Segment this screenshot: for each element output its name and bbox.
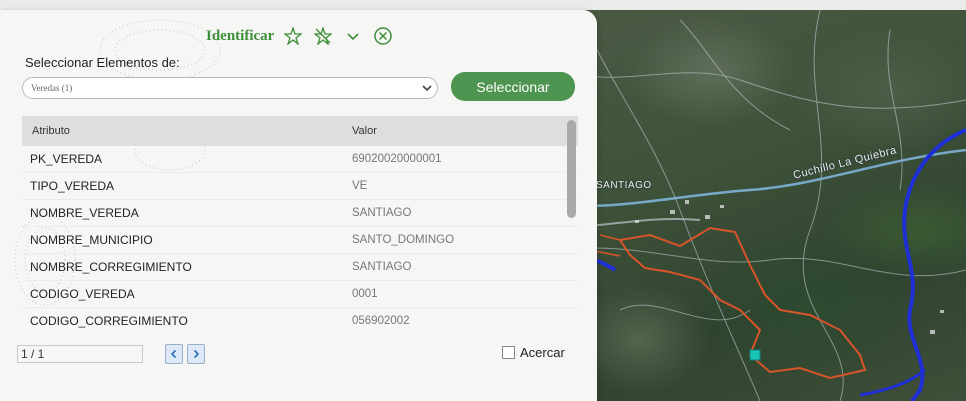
table-row: CODIGO_CORREGIMIENTO 056902002 bbox=[22, 308, 578, 334]
next-page-button[interactable] bbox=[187, 344, 205, 364]
attribute-cell: PK_VEREDA bbox=[30, 152, 103, 166]
value-cell: 69020020000001 bbox=[352, 153, 442, 165]
chevron-right-icon bbox=[193, 349, 200, 359]
attribute-cell: CODIGO_CORREGIMIENTO bbox=[30, 314, 188, 328]
panel-title: Identificar bbox=[206, 27, 275, 44]
layer-dropdown[interactable]: Veredas (1) bbox=[22, 77, 438, 99]
pager bbox=[17, 344, 205, 364]
attributes-table: Atributo Valor PK_VEREDA 69020020000001 … bbox=[22, 116, 578, 334]
table-row: NOMBRE_CORREGIMIENTO SANTIAGO bbox=[22, 254, 578, 281]
table-scrollbar[interactable] bbox=[567, 120, 576, 218]
select-elements-label: Seleccionar Elementos de: bbox=[25, 55, 180, 70]
attribute-cell: NOMBRE_VEREDA bbox=[30, 206, 139, 220]
value-cell: SANTIAGO bbox=[352, 261, 412, 273]
attribute-cell: TIPO_VEREDA bbox=[30, 179, 115, 193]
unpin-icon[interactable] bbox=[312, 25, 334, 47]
map-view[interactable]: Cuchillo La Quiebra SANTIAGO bbox=[560, 10, 966, 401]
panel-header: Identificar bbox=[206, 24, 394, 48]
map-features bbox=[560, 10, 966, 401]
attribute-cell: CODIGO_VEREDA bbox=[30, 287, 135, 301]
column-header-attribute: Atributo bbox=[32, 125, 70, 137]
value-cell: 0001 bbox=[352, 288, 378, 300]
table-header: Atributo Valor bbox=[22, 116, 578, 146]
attribute-cell: NOMBRE_CORREGIMIENTO bbox=[30, 260, 192, 274]
chevron-down-icon bbox=[417, 82, 437, 94]
table-row: CODIGO_VEREDA 0001 bbox=[22, 281, 578, 308]
chevron-down-icon[interactable] bbox=[342, 25, 364, 47]
table-row: NOMBRE_VEREDA SANTIAGO bbox=[22, 200, 578, 227]
value-cell: SANTIAGO bbox=[352, 207, 412, 219]
value-cell: SANTO_DOMINGO bbox=[352, 234, 455, 246]
select-button[interactable]: Seleccionar bbox=[451, 72, 575, 101]
previous-page-button[interactable] bbox=[165, 344, 183, 364]
layer-dropdown-value: Veredas (1) bbox=[31, 83, 73, 93]
zoom-checkbox[interactable] bbox=[502, 346, 515, 359]
value-cell: 056902002 bbox=[352, 315, 410, 327]
table-row: PK_VEREDA 69020020000001 bbox=[22, 146, 578, 173]
pin-icon[interactable] bbox=[282, 25, 304, 47]
close-circle-icon[interactable] bbox=[372, 25, 394, 47]
chevron-left-icon bbox=[170, 349, 177, 359]
zoom-label: Acercar bbox=[520, 345, 565, 360]
identify-panel: Identificar Seleccionar Elementos de: Ve… bbox=[0, 10, 597, 401]
zoom-option: Acercar bbox=[502, 345, 565, 360]
page-number-input[interactable] bbox=[17, 345, 143, 363]
attribute-cell: NOMBRE_MUNICIPIO bbox=[30, 233, 153, 247]
table-row: TIPO_VEREDA VE bbox=[22, 173, 578, 200]
value-cell: VE bbox=[352, 180, 368, 192]
map-town-label: SANTIAGO bbox=[596, 180, 652, 191]
table-row: NOMBRE_MUNICIPIO SANTO_DOMINGO bbox=[22, 227, 578, 254]
column-header-value: Valor bbox=[352, 125, 377, 137]
